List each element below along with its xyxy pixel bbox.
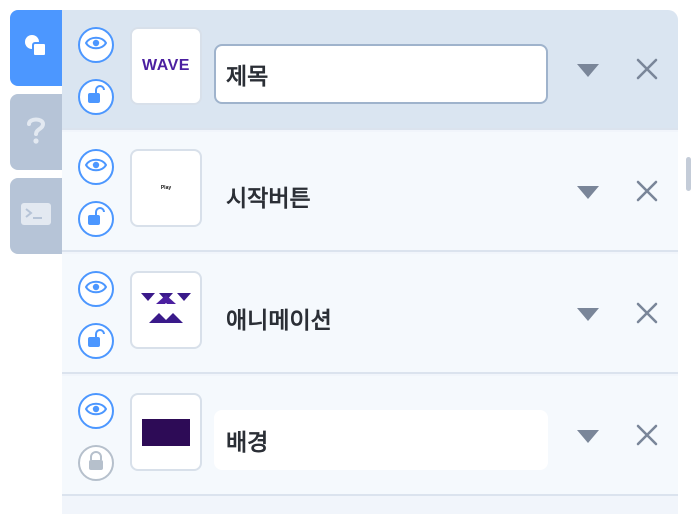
eye-icon bbox=[84, 402, 108, 421]
tab-help[interactable] bbox=[10, 94, 62, 170]
lock-toggle[interactable] bbox=[78, 201, 114, 237]
object-thumbnail bbox=[130, 393, 202, 471]
object-name-input[interactable]: 제목 bbox=[214, 44, 548, 104]
caret-down-icon bbox=[577, 186, 599, 204]
unlocked-icon bbox=[86, 328, 106, 354]
console-icon bbox=[21, 202, 51, 230]
delete-object-button[interactable] bbox=[633, 301, 661, 329]
close-icon bbox=[636, 302, 658, 329]
caret-down-icon bbox=[577, 64, 599, 82]
object-row[interactable]: Play 시작버튼 bbox=[62, 132, 678, 252]
animation-thumbnail-icon bbox=[141, 291, 191, 330]
close-icon bbox=[636, 180, 658, 207]
eye-icon bbox=[84, 36, 108, 55]
object-list-panel: WAVE 제목 Play 시작버튼 애니메이션 배경 bbox=[62, 10, 678, 514]
tab-objects[interactable] bbox=[10, 10, 62, 86]
caret-down-icon bbox=[577, 308, 599, 326]
objects-icon bbox=[23, 33, 49, 64]
delete-object-button[interactable] bbox=[633, 57, 661, 85]
close-icon bbox=[636, 58, 658, 85]
object-row[interactable]: WAVE 제목 bbox=[62, 10, 678, 130]
locked-icon bbox=[87, 450, 105, 476]
side-tab-rail bbox=[10, 0, 62, 514]
lock-toggle[interactable] bbox=[78, 323, 114, 359]
visibility-toggle[interactable] bbox=[78, 149, 114, 185]
object-thumbnail: WAVE bbox=[130, 27, 202, 105]
background-thumbnail bbox=[142, 418, 190, 446]
thumbnail-text: Play bbox=[160, 185, 172, 191]
object-menu-dropdown[interactable] bbox=[576, 308, 600, 326]
delete-object-button[interactable] bbox=[633, 179, 661, 207]
object-menu-dropdown[interactable] bbox=[576, 430, 600, 448]
lock-toggle[interactable] bbox=[78, 79, 114, 115]
object-name[interactable]: 시작버튼 bbox=[214, 166, 548, 226]
help-icon bbox=[25, 115, 47, 150]
object-row[interactable]: 배경 bbox=[62, 376, 678, 496]
object-menu-dropdown[interactable] bbox=[576, 186, 600, 204]
visibility-toggle[interactable] bbox=[78, 271, 114, 307]
object-name[interactable]: 배경 bbox=[214, 410, 548, 470]
visibility-toggle[interactable] bbox=[78, 393, 114, 429]
object-menu-dropdown[interactable] bbox=[576, 64, 600, 82]
unlocked-icon bbox=[86, 206, 106, 232]
object-thumbnail bbox=[130, 271, 202, 349]
lock-toggle[interactable] bbox=[78, 445, 114, 481]
unlocked-icon bbox=[86, 84, 106, 110]
eye-icon bbox=[84, 280, 108, 299]
caret-down-icon bbox=[577, 430, 599, 448]
tab-console[interactable] bbox=[10, 178, 62, 254]
thumbnail-text: WAVE bbox=[142, 57, 190, 74]
eye-icon bbox=[84, 158, 108, 177]
object-row[interactable]: 애니메이션 bbox=[62, 254, 678, 374]
object-thumbnail: Play bbox=[130, 149, 202, 227]
close-icon bbox=[636, 424, 658, 451]
visibility-toggle[interactable] bbox=[78, 27, 114, 63]
delete-object-button[interactable] bbox=[633, 423, 661, 451]
scrollbar-thumb[interactable] bbox=[686, 157, 691, 191]
object-name[interactable]: 애니메이션 bbox=[214, 288, 548, 348]
